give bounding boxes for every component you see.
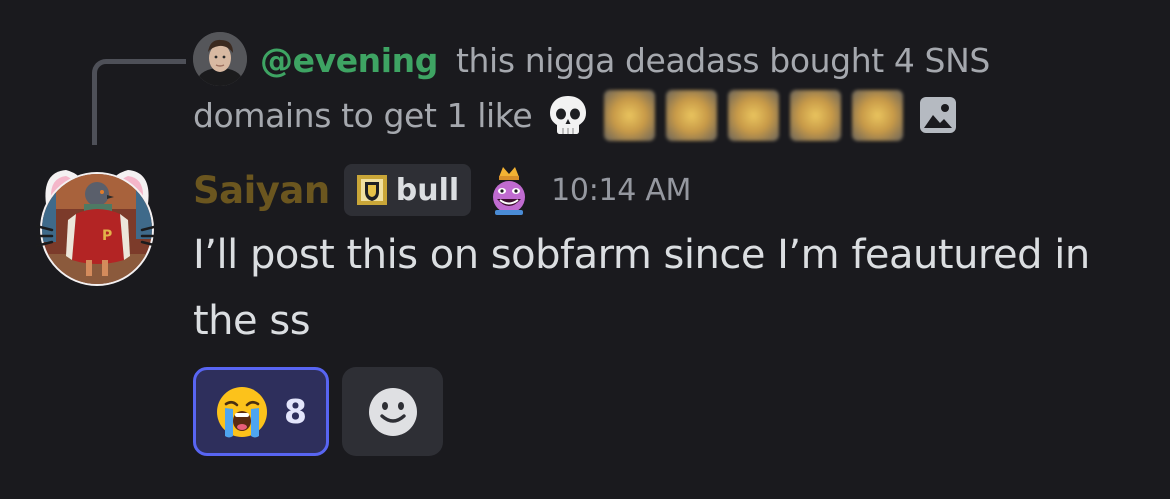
blurred-emoji [852,89,904,141]
reply-preview-line[interactable]: @evening this nigga deadass bought 4 SNS [260,38,990,84]
skull-icon [550,96,587,134]
reply-preview-line-2[interactable]: domains to get 1 like [193,89,958,141]
reply-text-line1: this nigga deadass bought 4 SNS [456,41,990,80]
message-timestamp[interactable]: 10:14 AM [551,173,691,208]
king-icon [493,167,526,215]
blurred-emoji [728,89,780,141]
guild-tag[interactable]: bull [343,164,472,216]
message-content: I’ll post this on sobfarm since I’m feau… [193,232,1090,344]
reply-connector [92,59,186,145]
reply-author-name[interactable]: @evening [260,41,438,80]
blurred-emoji [790,89,842,141]
image-icon [920,97,957,133]
reply-author-avatar[interactable] [193,32,247,86]
crest-icon [356,175,387,205]
smiley-add-reaction-icon [368,387,417,436]
reaction-crying[interactable]: 8 [193,367,329,456]
user-avatar[interactable]: P [36,164,158,286]
blurred-emoji [666,89,718,141]
svg-text:P: P [102,228,112,244]
add-reaction-button[interactable] [342,367,443,456]
username[interactable]: Saiyan [193,169,330,212]
loudly-crying-face-icon [217,386,267,437]
message-header: Saiyan bull 10:14 AM [193,162,691,218]
blurred-emoji [604,89,656,141]
reply-text-line2: domains to get 1 like [193,95,533,135]
guild-tag-label: bull [395,172,460,208]
reaction-count: 8 [284,392,307,431]
